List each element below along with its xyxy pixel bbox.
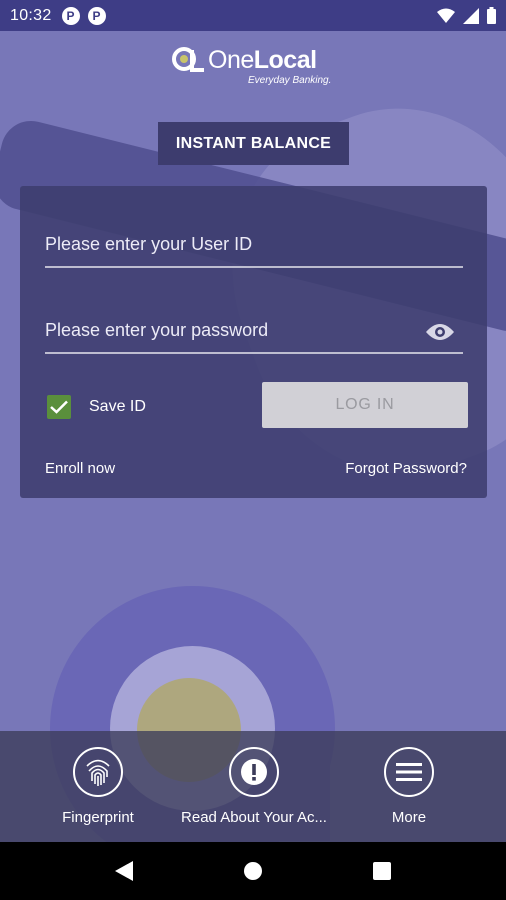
exclamation-icon [229,747,279,797]
save-id-checkbox[interactable] [47,395,71,419]
user-id-input[interactable] [45,222,463,266]
save-id-label: Save ID [89,398,146,415]
battery-icon [487,7,496,24]
instant-balance-button[interactable]: INSTANT BALANCE [158,122,349,165]
fingerprint-label: Fingerprint [62,809,134,826]
logo-mark-icon [172,47,204,72]
status-time: 10:32 [10,6,52,24]
read-about-label: Read About Your Ac... [181,809,327,826]
user-id-field [45,222,463,268]
more-button[interactable]: More [329,747,489,826]
login-button[interactable]: LOG IN [262,382,468,428]
pandora-notification-icon: P [87,6,106,25]
logo-tagline: Everyday Banking. [248,75,332,86]
enroll-now-link[interactable]: Enroll now [45,460,115,477]
home-icon[interactable] [243,861,263,881]
pandora-notification-icon: P [61,6,80,25]
read-about-button[interactable]: Read About Your Ac... [174,747,334,826]
password-field [45,308,463,354]
cellular-signal-icon [463,7,479,24]
fingerprint-button[interactable]: Fingerprint [18,747,178,826]
password-input[interactable] [45,308,463,352]
fingerprint-icon [73,747,123,797]
bottom-action-bar: Fingerprint Read About Your Ac... More [0,731,506,842]
wifi-icon [437,8,455,23]
show-password-icon[interactable] [425,322,455,342]
onelocal-logo: OneLocal Everyday Banking. [172,44,342,90]
back-icon[interactable] [115,861,133,881]
forgot-password-link[interactable]: Forgot Password? [345,460,467,477]
login-card: Save ID LOG IN Enroll now Forgot Passwor… [20,186,487,498]
recents-icon[interactable] [373,862,391,880]
android-navigation-bar [0,842,506,900]
save-id-row[interactable]: Save ID [47,395,146,419]
checkmark-icon [50,400,68,414]
status-bar: 10:32 P P [0,0,506,31]
menu-icon [384,747,434,797]
more-label: More [391,809,427,826]
logo-brand: OneLocal [208,46,317,74]
